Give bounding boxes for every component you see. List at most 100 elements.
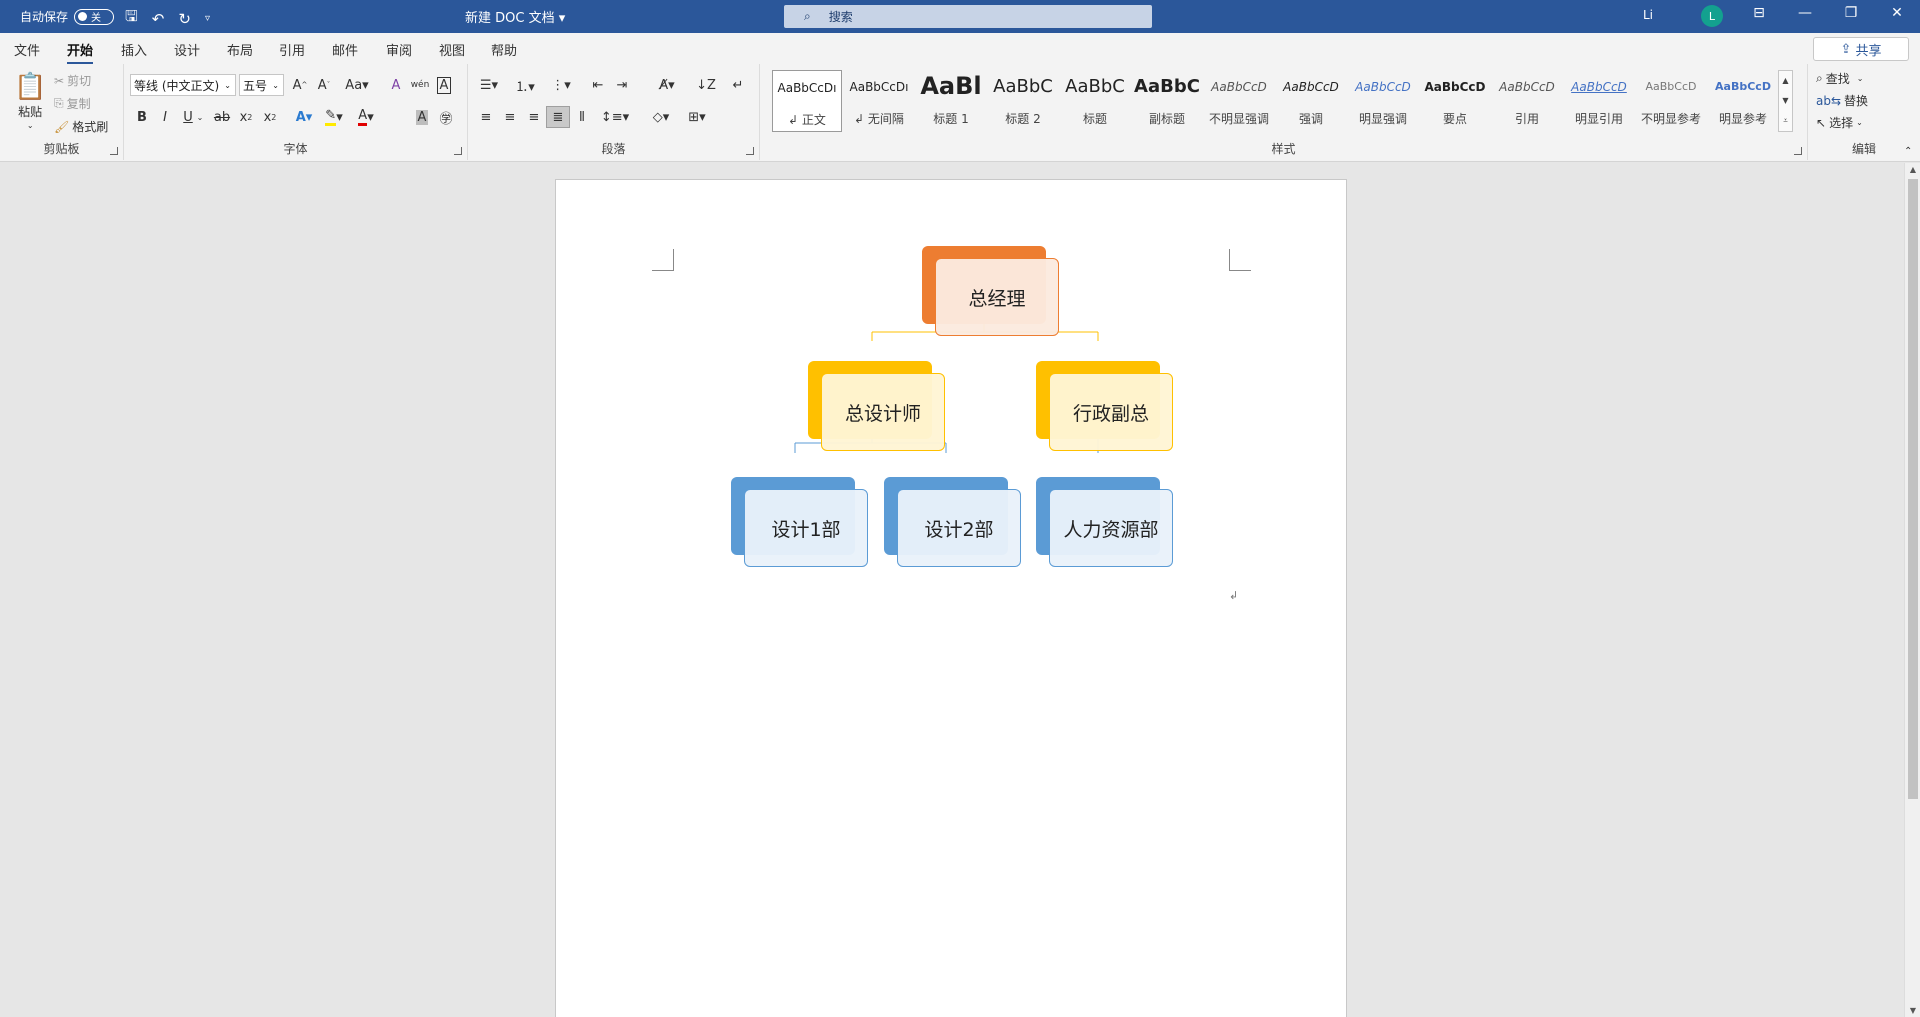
minimize-icon[interactable]: — [1790, 5, 1820, 21]
decrease-indent-icon[interactable]: ⇤ [586, 74, 610, 96]
undo-icon[interactable]: ↶ [152, 10, 165, 28]
shading-icon[interactable]: ◇▾ [646, 106, 676, 128]
highlight-color-icon[interactable]: ✎ ▾ [322, 106, 346, 128]
style-no-spacing[interactable]: AaBbCcDı ↲ 无间隔 [844, 70, 914, 132]
tab-layout[interactable]: 布局 [227, 40, 253, 59]
borders-icon[interactable]: ⊞▾ [682, 106, 712, 128]
style-quote[interactable]: AaBbCcD 引用 [1492, 70, 1562, 132]
chevron-down-icon[interactable]: ▼ [1782, 96, 1788, 105]
shrink-font-icon[interactable]: Aˇ [312, 74, 336, 96]
user-name[interactable]: Li [1643, 8, 1653, 22]
style-heading-2[interactable]: AaBbC 标题 2 [988, 70, 1058, 132]
style-heading-1[interactable]: AaBl 标题 1 [916, 70, 986, 132]
cut-button[interactable]: ✂ 剪切 [54, 72, 91, 89]
autosave-control[interactable]: 自动保存 关 [20, 8, 115, 25]
share-button[interactable]: ⇪ 共享 [1813, 37, 1909, 61]
grow-font-icon[interactable]: A ^ [288, 74, 312, 96]
tab-review[interactable]: 审阅 [386, 40, 412, 59]
chevron-up-icon[interactable]: ▲ [1782, 76, 1788, 85]
tab-view[interactable]: 视图 [439, 40, 465, 59]
chinese-layout-icon[interactable]: A̸▾ [652, 74, 682, 96]
font-size-select[interactable]: 五号 ⌄ [239, 74, 284, 96]
style-subtle-reference[interactable]: AaBbCcD 不明显参考 [1636, 70, 1706, 132]
style-subtle-emphasis[interactable]: AaBbCcD 不明显强调 [1204, 70, 1274, 132]
scroll-down-icon[interactable]: ▼ [1905, 1006, 1920, 1015]
node-label: 总经理 [968, 287, 1026, 310]
chevron-down-icon[interactable]: ⌄ [194, 106, 206, 128]
tab-references[interactable]: 引用 [279, 40, 305, 59]
increase-indent-icon[interactable]: ⇥ [610, 74, 634, 96]
ribbon-display-icon[interactable]: ⊟ [1744, 5, 1774, 21]
find-button[interactable]: ⌕ 查找 ⌄ [1816, 70, 1863, 87]
style-emphasis[interactable]: AaBbCcD 强调 [1276, 70, 1346, 132]
clear-formatting-icon[interactable]: A [384, 74, 408, 96]
search-box[interactable]: ⌕ 搜索 [784, 5, 1152, 28]
align-center-icon[interactable]: ≡ [498, 106, 522, 128]
distributed-icon[interactable]: ⦀ [570, 106, 594, 128]
bullets-icon[interactable]: ☰▾ [474, 74, 504, 96]
scroll-up-icon[interactable]: ▲ [1905, 165, 1920, 174]
style-sample: AaBbCcD [1424, 80, 1486, 94]
multilevel-list-icon[interactable]: ⋮▾ [546, 74, 576, 96]
style-subtitle[interactable]: AaBbC 副标题 [1132, 70, 1202, 132]
justify-icon[interactable]: ≣ [546, 106, 570, 128]
character-shading-icon[interactable]: A [410, 106, 434, 128]
tab-help[interactable]: 帮助 [491, 40, 517, 59]
document-title[interactable]: 新建 DOC 文档 ▾ [465, 7, 565, 26]
tab-mailings[interactable]: 邮件 [332, 40, 358, 59]
redo-icon[interactable]: ↻ [178, 10, 191, 28]
close-icon[interactable]: ✕ [1882, 5, 1912, 21]
style-normal[interactable]: AaBbCcDı ↲ 正文 [772, 70, 842, 132]
align-left-icon[interactable]: ≡ [474, 106, 498, 128]
style-intense-emphasis[interactable]: AaBbCcD 明显强调 [1348, 70, 1418, 132]
subscript-icon[interactable]: x2 [234, 106, 258, 128]
show-marks-icon[interactable]: ↵ [726, 74, 750, 96]
document-page[interactable]: 总经理 总设计师 行政副总 设计1部 设计2部 人力资源部 ↲ [555, 179, 1347, 1017]
strikethrough-icon[interactable]: ab [210, 106, 234, 128]
more-styles-icon[interactable]: ⩡ [1783, 116, 1788, 126]
font-launcher-icon[interactable] [454, 147, 462, 155]
restore-icon[interactable]: ❐ [1836, 5, 1866, 21]
style-intense-reference[interactable]: AaBbCcD 明显参考 [1708, 70, 1778, 132]
customize-qat-icon[interactable]: ▿ [205, 13, 210, 24]
avatar[interactable]: L [1701, 5, 1723, 27]
line-spacing-icon[interactable]: ↕≡▾ [600, 106, 630, 128]
numbering-icon[interactable]: ⒈▾ [510, 74, 540, 96]
tab-file[interactable]: 文件 [14, 40, 40, 59]
style-intense-quote[interactable]: AaBbCcD 明显引用 [1564, 70, 1634, 132]
tab-home[interactable]: 开始 [67, 40, 94, 65]
text-effects-icon[interactable]: A▾ [292, 106, 316, 128]
sort-icon[interactable]: ↓Z [694, 74, 718, 96]
phonetic-guide-icon[interactable]: wén [408, 74, 432, 96]
font-name-select[interactable]: 等线 (中文正文) ⌄ [130, 74, 236, 96]
autosave-toggle[interactable]: 关 [74, 8, 115, 25]
copy-button[interactable]: ⎘ 复制 [54, 95, 91, 112]
change-case-icon[interactable]: Aa▾ [342, 74, 372, 96]
styles-launcher-icon[interactable] [1794, 147, 1802, 155]
clipboard-launcher-icon[interactable] [110, 147, 118, 155]
superscript-icon[interactable]: x2 [258, 106, 282, 128]
italic-icon[interactable]: I [153, 106, 177, 128]
paste-button[interactable]: 📋 粘贴 ⌄ [14, 72, 46, 130]
align-right-icon[interactable]: ≡ [522, 106, 546, 128]
tab-insert[interactable]: 插入 [121, 40, 147, 59]
paragraph-launcher-icon[interactable] [746, 147, 754, 155]
group-label-clipboard: 剪贴板 [43, 142, 80, 156]
replace-button[interactable]: ab⇆ 替换 [1816, 92, 1868, 109]
enclose-characters-icon[interactable]: ㊫ [434, 106, 458, 128]
select-button[interactable]: ↖ 选择 ⌄ [1816, 114, 1863, 131]
bold-icon[interactable]: B [130, 106, 154, 128]
font-color-icon[interactable]: A ▾ [354, 106, 378, 128]
style-strong[interactable]: AaBbCcD 要点 [1420, 70, 1490, 132]
style-sample: AaBl [920, 72, 982, 100]
styles-gallery-scroll[interactable]: ▲ ▼ ⩡ [1778, 70, 1793, 132]
save-icon[interactable]: 🖫 [125, 6, 138, 31]
vertical-scrollbar[interactable]: ▲ ▼ [1904, 163, 1920, 1017]
style-title[interactable]: AaBbC 标题 [1060, 70, 1130, 132]
character-border-icon[interactable]: A [432, 74, 456, 96]
format-painter-button[interactable]: 🖌 格式刷 [54, 118, 108, 135]
collapse-ribbon-icon[interactable]: ⌃ [1904, 146, 1912, 157]
tab-design[interactable]: 设计 [174, 40, 200, 59]
share-icon: ⇪ [1840, 41, 1852, 57]
scrollbar-thumb[interactable] [1908, 179, 1918, 799]
